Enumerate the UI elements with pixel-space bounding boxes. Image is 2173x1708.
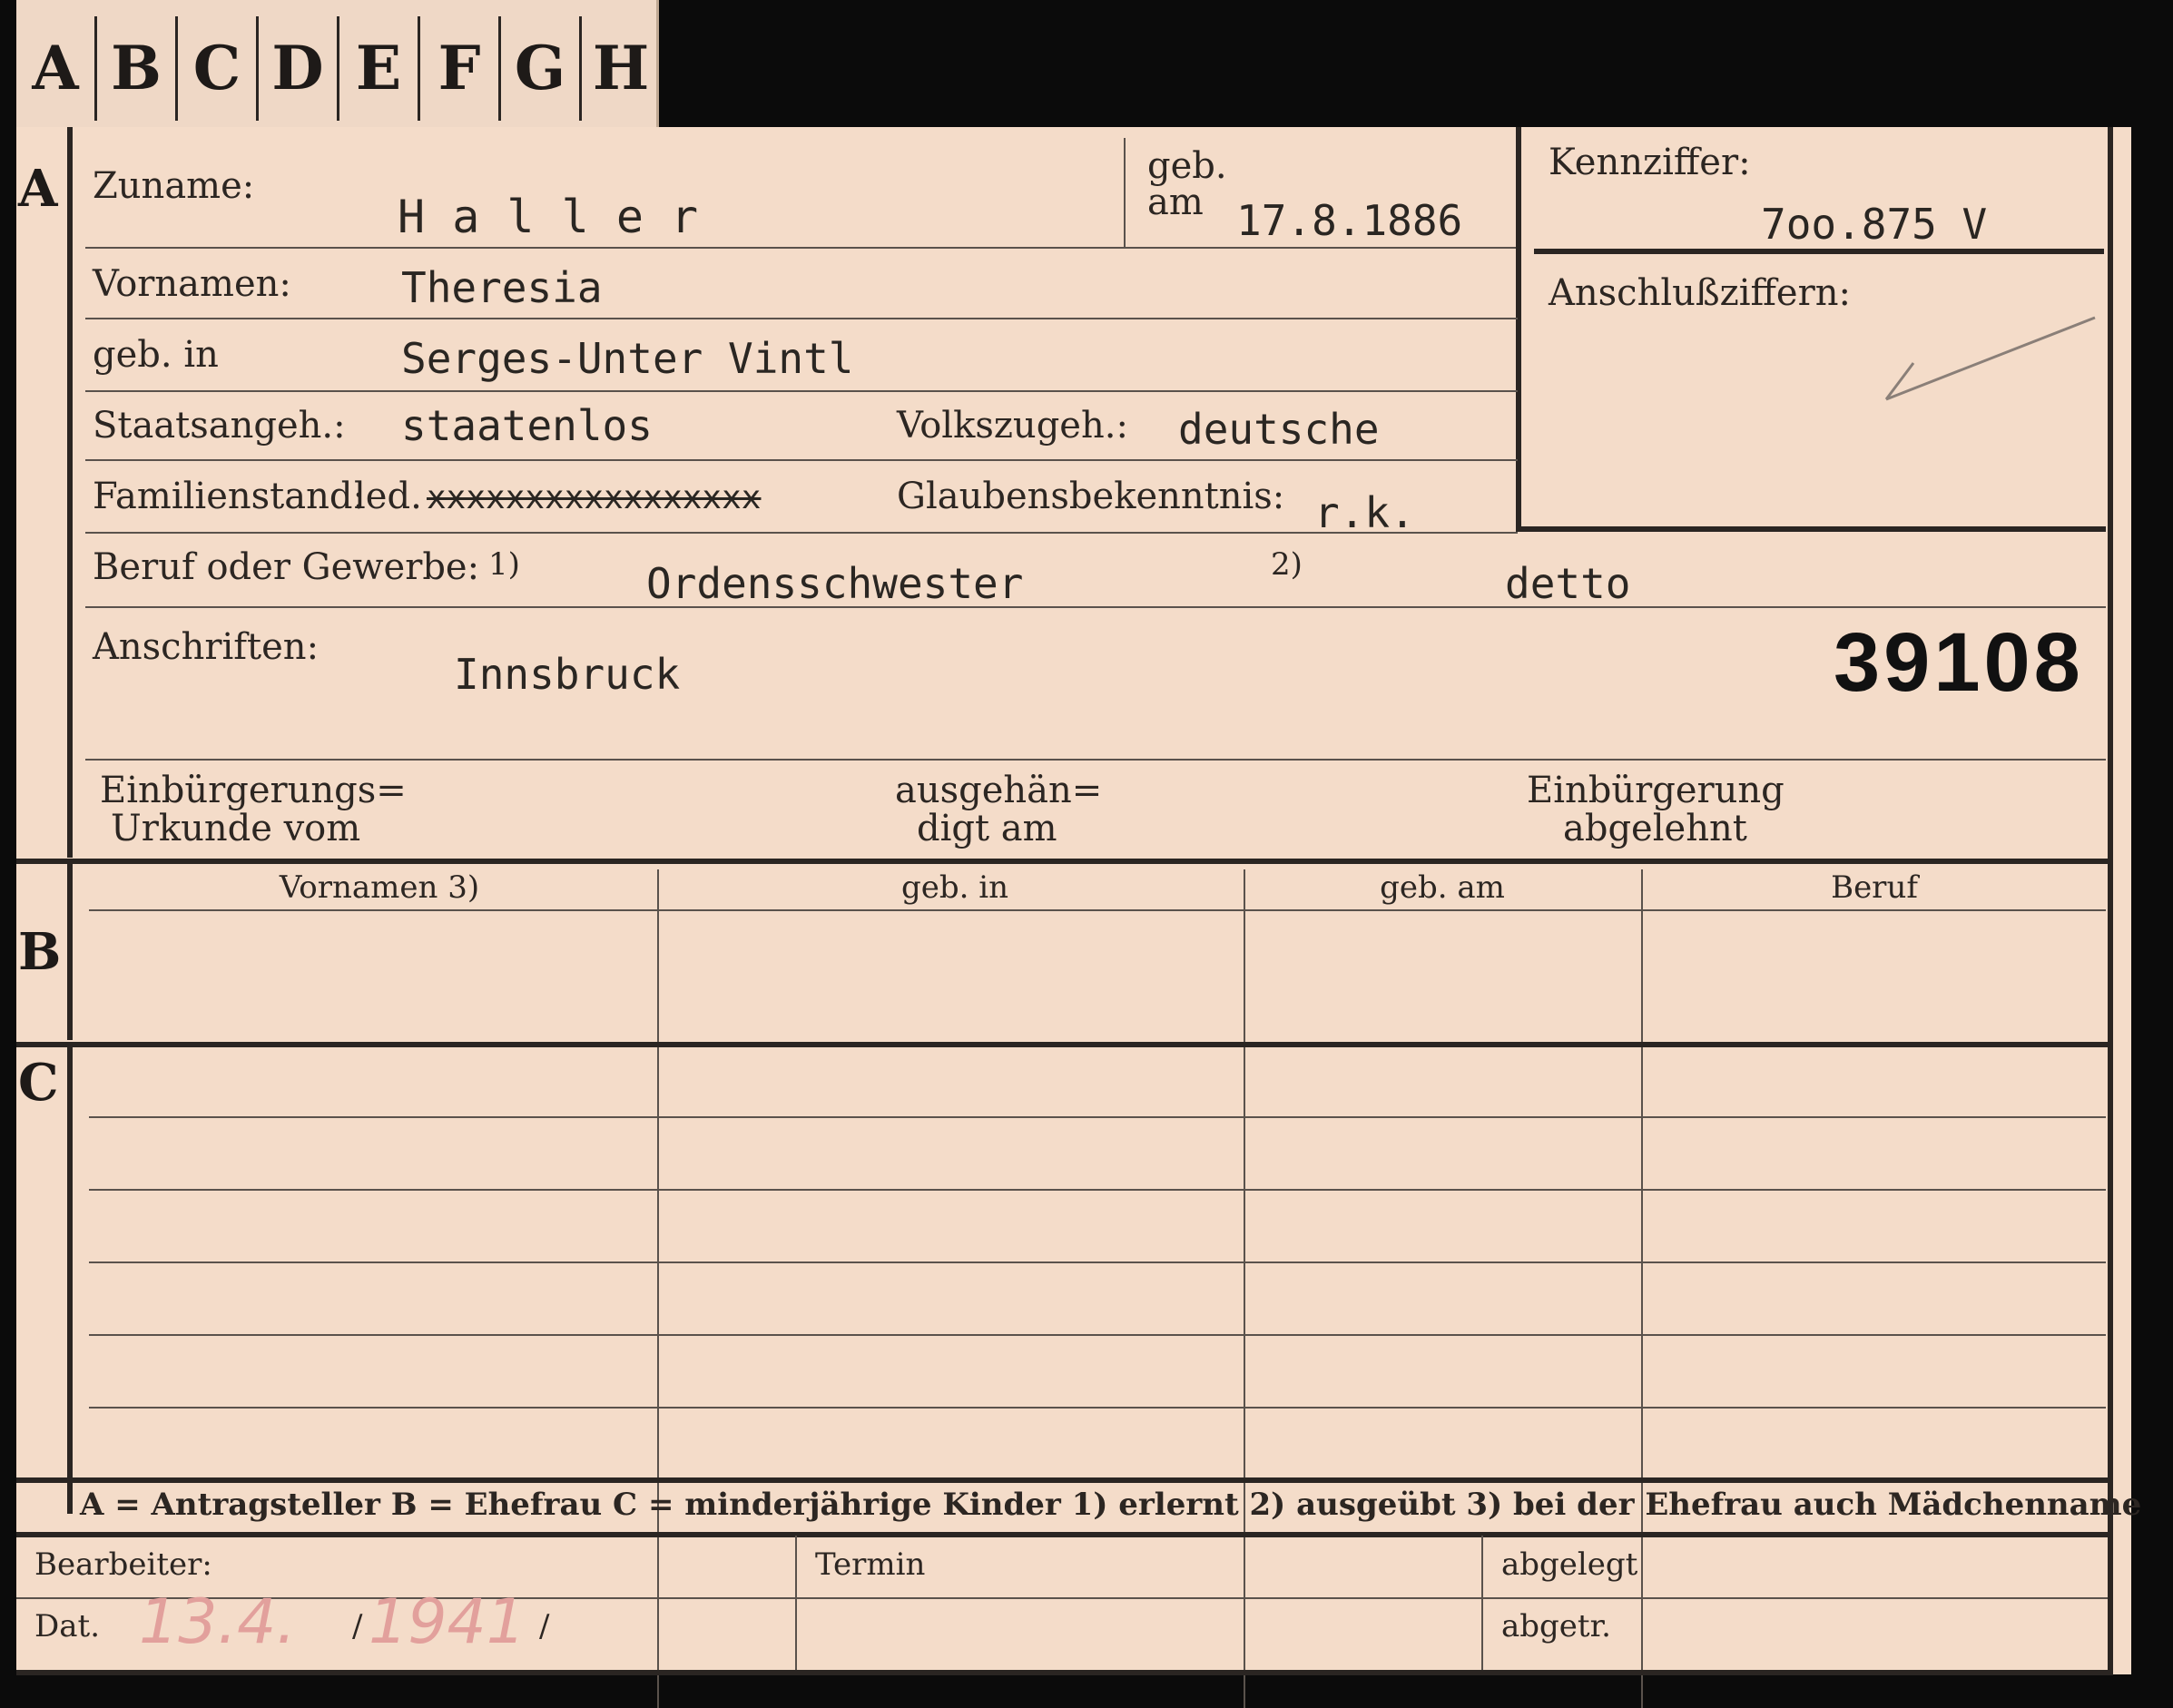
- einb-abgelehnt-label-2: abgelehnt: [1563, 808, 1747, 849]
- col-divider-3: [1641, 869, 1643, 1708]
- col-header-beruf: Beruf: [1831, 869, 1918, 906]
- geb-am-value: 17.8.1886: [1236, 196, 1463, 245]
- beruf-label: Beruf oder Gewerbe:: [93, 546, 480, 588]
- abgelegt-label: abgelegt: [1501, 1546, 1638, 1583]
- tab-h[interactable]: H: [582, 16, 660, 121]
- rule: [89, 1261, 2106, 1263]
- ausgehaendigt-label-2: digt am: [917, 808, 1057, 849]
- rule: [89, 1407, 2106, 1409]
- staat-value: staatenlos: [401, 401, 653, 450]
- geb-in-value: Serges-Unter Vintl: [401, 334, 854, 383]
- geb-label-bottom: am: [1147, 182, 1204, 223]
- glaube-label: Glaubensbekenntnis:: [897, 476, 1285, 517]
- termin-label: Termin: [815, 1546, 926, 1583]
- tab-f[interactable]: F: [420, 16, 501, 121]
- beruf-footnote-1: 1): [488, 546, 520, 583]
- kennziffer-label: Kennziffer:: [1549, 142, 1751, 183]
- anschriften-label: Anschriften:: [93, 626, 320, 668]
- dat-year-value: 1941: [369, 1586, 526, 1658]
- bearbeiter-label: Bearbeiter:: [34, 1546, 212, 1583]
- section-c-top-rule: [16, 1042, 2113, 1047]
- section-a-left-rule: [67, 127, 73, 858]
- familienstand-struck-out: xxxxxxxxxxxxxxxxx: [427, 479, 762, 516]
- rule: [85, 247, 1518, 249]
- col-divider-1: [657, 869, 659, 1708]
- beruf-ausgeuebt-value: detto: [1505, 559, 1631, 608]
- kennziffer-box-bottom: [1516, 526, 2106, 532]
- rule: [85, 606, 2106, 608]
- tab-e[interactable]: E: [339, 16, 420, 121]
- rule: [89, 1189, 2106, 1191]
- footer-divider-2: [1481, 1536, 1483, 1672]
- rule: [85, 532, 1518, 534]
- beruf-erlernt-value: Ordensschwester: [646, 559, 1024, 608]
- dat-day-value: 13.4.: [139, 1586, 297, 1658]
- ausgehaendigt-label-1: ausgehän=: [895, 770, 1103, 811]
- tab-g[interactable]: G: [501, 16, 582, 121]
- registration-card: A Zuname: H a l l e r geb. am 17.8.1886 …: [16, 127, 2141, 1708]
- einb-abgelehnt-label-1: Einbürgerung: [1527, 770, 1785, 811]
- einb-urkunde-label-1: Einbürgerungs=: [100, 770, 407, 811]
- rule: [85, 759, 2106, 761]
- familienstand-led: led.: [354, 476, 422, 517]
- rule: [89, 909, 2106, 911]
- rule: [89, 1334, 2106, 1336]
- rule: [85, 459, 1518, 461]
- card-right-rule: [2108, 127, 2113, 1674]
- zuname-label: Zuname:: [93, 165, 255, 207]
- zuname-value: H a l l e r: [398, 191, 699, 243]
- section-b-marker: B: [18, 922, 62, 982]
- kennziffer-box-left: [1516, 127, 1521, 531]
- dat-separator-1: /: [352, 1608, 363, 1644]
- section-c-marker: C: [18, 1053, 59, 1113]
- tab-b[interactable]: B: [97, 16, 178, 121]
- staat-label: Staatsangeh.:: [93, 405, 346, 447]
- letter-tab-strip: A B C D E F G H: [16, 0, 659, 127]
- col-header-geb-am: geb. am: [1380, 869, 1505, 906]
- beruf-footnote-2: 2): [1271, 546, 1303, 583]
- stamped-number: 39108: [1834, 616, 2084, 709]
- pencil-check-mark: [1884, 316, 2096, 401]
- abgetr-label: abgetr.: [1501, 1608, 1611, 1644]
- section-b-top-rule: [16, 859, 2113, 864]
- section-b-left-rule: [67, 864, 73, 1040]
- geb-in-label: geb. in: [93, 334, 219, 376]
- tab-a[interactable]: A: [16, 16, 97, 121]
- legend-text: A = Antragsteller B = Ehefrau C = minder…: [80, 1487, 2142, 1523]
- col-divider-2: [1244, 869, 1245, 1708]
- footer-divider-1: [795, 1536, 797, 1672]
- tab-d[interactable]: D: [259, 16, 339, 121]
- vornamen-value: Theresia: [401, 263, 603, 312]
- tab-c[interactable]: C: [178, 16, 259, 121]
- rule: [85, 390, 1518, 392]
- geb-divider: [1124, 138, 1126, 247]
- legend-top-rule: [16, 1477, 2113, 1483]
- dat-label: Dat.: [34, 1608, 101, 1644]
- rule: [85, 318, 1518, 319]
- kennziffer-value: 7oo.875 V: [1761, 200, 1988, 249]
- einb-urkunde-label-2: Urkunde vom: [111, 808, 361, 849]
- section-a-marker: A: [18, 159, 58, 219]
- dat-separator-2: /: [539, 1608, 550, 1644]
- anschlussziffern-label: Anschlußziffern:: [1549, 272, 1851, 314]
- anschrift-value: Innsbruck: [454, 650, 681, 699]
- volk-value: deutsche: [1178, 405, 1380, 454]
- familienstand-label: Familienstand:: [93, 476, 365, 517]
- col-header-geb-in: geb. in: [900, 869, 1009, 906]
- vornamen-label: Vornamen:: [93, 263, 291, 305]
- volk-label: Volkszugeh.:: [897, 405, 1128, 447]
- rule: [89, 1116, 2106, 1118]
- col-header-vornamen: Vornamen 3): [279, 869, 480, 906]
- section-c-left-rule: [67, 1047, 73, 1514]
- kennziffer-underline: [1534, 249, 2104, 254]
- card-bottom-rule: [16, 1670, 2113, 1675]
- legend-bottom-rule: [16, 1532, 2113, 1537]
- glaube-value: r.k.: [1314, 488, 1415, 537]
- rule: [16, 1597, 2108, 1599]
